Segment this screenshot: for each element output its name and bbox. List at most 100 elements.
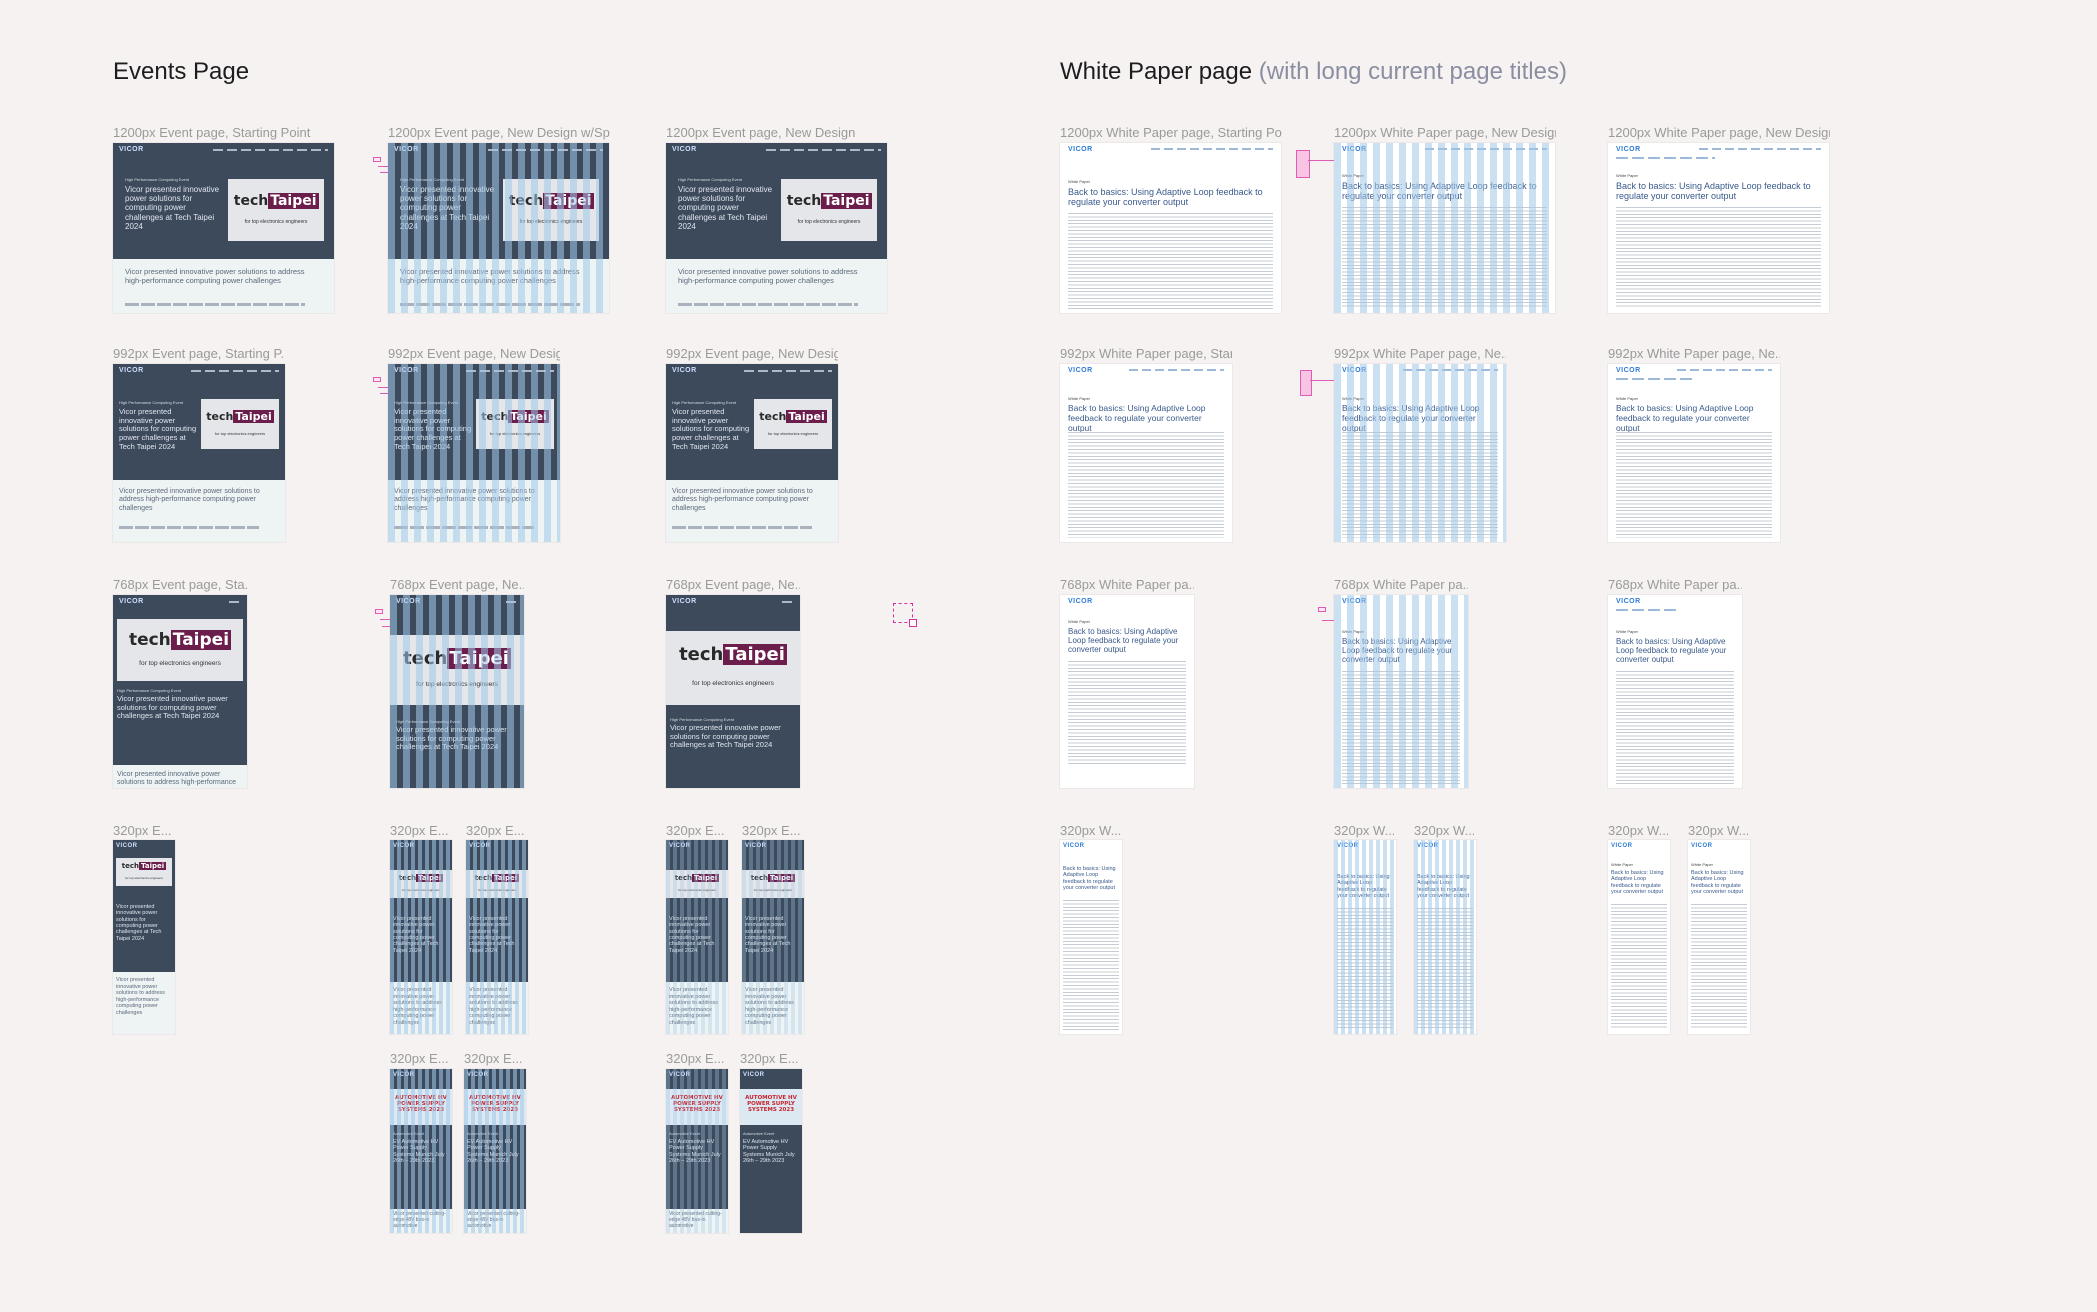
wp-frame-992-specs[interactable]: VICOR White Paper Back to basics: Using …: [1334, 364, 1506, 542]
promo-tagline: for top electronics engineers: [678, 888, 716, 893]
wp-frame-1200-start[interactable]: VICOR White Paper Back to basics: Using …: [1060, 143, 1281, 313]
wp-frame-992-start[interactable]: VICOR White Paper Back to basics: Using …: [1060, 364, 1232, 542]
auto-frame-320-specs-a[interactable]: VICOR AUTOMOTIVE HV POWER SUPPLY SYSTEMS…: [390, 1069, 452, 1233]
promo-tagline: for top electronics engineers: [244, 218, 308, 225]
vicor-logo: VICOR: [467, 1072, 489, 1078]
event-frame-1200-specs[interactable]: VICOR High Performance Computing Event V…: [388, 143, 609, 313]
wp-title: Back to basics: Using Adaptive Loop feed…: [1068, 627, 1179, 655]
frame-label[interactable]: 1200px White Paper page, Starting Point: [1060, 125, 1282, 140]
frame-label[interactable]: 320px W...: [1060, 823, 1120, 838]
frame-label[interactable]: 320px W...: [1608, 823, 1668, 838]
event-frame-768-start[interactable]: VICOR tech Taipei for top electronics eng…: [113, 595, 247, 788]
promo-brand: tech Taipei: [759, 410, 827, 423]
wp-frame-768-new[interactable]: VICOR White Paper Back to basics: Using …: [1608, 595, 1742, 788]
wp-frame-320-specs-a[interactable]: VICOR Back to basics: Using Adaptive Loo…: [1334, 840, 1396, 1034]
frame-label[interactable]: 768px Event page, Ne...: [390, 577, 524, 592]
frame-label[interactable]: 992px White Paper page, Ne...: [1334, 346, 1506, 361]
wp-title: Back to basics: Using Adaptive Loop feed…: [1616, 181, 1811, 202]
promo-brand: tech Taipei: [481, 410, 549, 423]
event-hero: VICOR High Performance Computing Event V…: [666, 143, 887, 259]
event-frame-320-new-a[interactable]: VICOR tech Taipei for top electronics eng…: [666, 840, 728, 1034]
frame-label[interactable]: 768px White Paper pa...: [1334, 577, 1468, 592]
event-frame-320-new-b[interactable]: VICOR tech Taipei for top electronics eng…: [742, 840, 804, 1034]
vicor-logo: VICOR: [1337, 843, 1359, 849]
vicor-logo: VICOR: [1342, 598, 1367, 605]
frame-label[interactable]: 1200px Event page, Starting Point: [113, 125, 333, 140]
event-frame-1200-new[interactable]: VICOR High Performance Computing Event V…: [666, 143, 887, 313]
event-kicker: High Performance Computing Event: [394, 400, 459, 405]
nav-menu: [1425, 148, 1547, 150]
wp-frame-992-new[interactable]: VICOR White Paper Back to basics: Using …: [1608, 364, 1780, 542]
vicor-logo: VICOR: [119, 367, 144, 374]
frame-label[interactable]: 768px Event page, Sta...: [113, 577, 247, 592]
frame-label[interactable]: 320px E...: [742, 823, 802, 838]
frame-label[interactable]: 768px White Paper pa...: [1608, 577, 1742, 592]
frame-label[interactable]: 320px W...: [1334, 823, 1394, 838]
wp-body-text: [1616, 432, 1772, 538]
event-frame-320-specs-a[interactable]: VICOR tech Taipei for top electronics eng…: [390, 840, 452, 1034]
auto-frame-320-specs-b[interactable]: VICOR AUTOMOTIVE HV POWER SUPPLY SYSTEMS…: [464, 1069, 526, 1233]
event-frame-768-specs[interactable]: VICOR tech Taipei for top electronics eng…: [390, 595, 524, 788]
event-body-lead: Vicor presented innovative power solutio…: [119, 488, 260, 512]
frame-label[interactable]: 768px Event page, Ne...: [666, 577, 800, 592]
event-kicker: High Performance Computing Event: [396, 719, 461, 724]
frame-label[interactable]: 992px White Paper page, Ne...: [1608, 346, 1780, 361]
selection-marker[interactable]: [893, 603, 917, 627]
frame-label[interactable]: 320px E...: [464, 1051, 524, 1066]
frame-label[interactable]: 320px E...: [113, 823, 173, 838]
promo-brand: tech Taipei: [508, 192, 594, 209]
event-frame-768-new[interactable]: VICOR tech Taipei for top electronics eng…: [666, 595, 800, 788]
event-body-text: [678, 303, 858, 306]
frame-label[interactable]: 320px E...: [390, 823, 450, 838]
frame-label[interactable]: 320px E...: [466, 823, 526, 838]
resize-handle[interactable]: [909, 619, 917, 627]
wp-frame-320-start[interactable]: VICOR Back to basics: Using Adaptive Loo…: [1060, 840, 1122, 1034]
frame-label[interactable]: 320px E...: [390, 1051, 450, 1066]
event-body-lead: Vicor presented cutting-edge 48V bus-in …: [467, 1211, 520, 1229]
frame-label[interactable]: 1200px White Paper page, New Design: [1608, 125, 1830, 140]
wp-frame-768-specs[interactable]: VICOR White Paper Back to basics: Using …: [1334, 595, 1468, 788]
event-frame-992-specs[interactable]: VICOR High Performance Computing Event V…: [388, 364, 560, 542]
wp-kicker: White Paper: [1342, 173, 1365, 178]
frame-label[interactable]: 1200px White Paper page, New Design ...: [1334, 125, 1556, 140]
wp-frame-320-specs-b[interactable]: VICOR Back to basics: Using Adaptive Loo…: [1414, 840, 1476, 1034]
event-frame-320-start[interactable]: VICOR tech Taipei for top electronics eng…: [113, 840, 175, 1034]
event-body-lead: Vicor presented cutting-edge 48V bus-in …: [669, 1211, 722, 1229]
vicor-logo: VICOR: [119, 598, 144, 605]
wp-frame-320-new-b[interactable]: VICOR White Paper Back to basics: Using …: [1688, 840, 1750, 1034]
promo-tagline: for top electronics engineers: [416, 681, 498, 689]
frame-label[interactable]: 992px White Paper page, Star...: [1060, 346, 1232, 361]
tech-taipei-promo: tech Taipei for top electronics engineers: [466, 870, 528, 898]
wp-frame-768-start[interactable]: VICOR White Paper Back to basics: Using …: [1060, 595, 1194, 788]
event-frame-1200-start[interactable]: VICOR High Performance Computing Event V…: [113, 143, 334, 313]
frame-label[interactable]: 320px W...: [1688, 823, 1748, 838]
frame-label[interactable]: 1200px Event page, New Design: [666, 125, 888, 140]
frame-label[interactable]: 320px W...: [1414, 823, 1474, 838]
promo-tagline: for top electronics engineers: [139, 659, 221, 667]
event-hero-title: Vicor presented innovative power solutio…: [672, 407, 750, 451]
vicor-logo: VICOR: [1068, 598, 1093, 605]
frame-label[interactable]: 320px E...: [666, 1051, 726, 1066]
event-frame-992-new[interactable]: VICOR High Performance Computing Event V…: [666, 364, 838, 542]
event-frame-320-specs-b[interactable]: VICOR tech Taipei for top electronics eng…: [466, 840, 528, 1034]
frame-label[interactable]: 992px Event page, Starting P...: [113, 346, 285, 361]
frame-label[interactable]: 320px E...: [666, 823, 726, 838]
event-frame-992-start[interactable]: VICOR High Performance Computing Event V…: [113, 364, 285, 542]
wp-frame-1200-new[interactable]: VICOR White Paper Back to basics: Using …: [1608, 143, 1829, 313]
promo-tagline: for top electronics engineers: [478, 888, 516, 893]
frame-label[interactable]: 992px Event page, New Design: [666, 346, 838, 361]
promo-tagline: for top electronics engineers: [797, 218, 861, 225]
wp-frame-320-new-a[interactable]: VICOR White Paper Back to basics: Using …: [1608, 840, 1670, 1034]
frame-label[interactable]: 320px E...: [740, 1051, 800, 1066]
wp-kicker: White Paper: [1342, 629, 1365, 634]
nav-menu: [1677, 369, 1772, 371]
vicor-logo: VICOR: [745, 843, 767, 849]
promo-tagline: for top electronics engineers: [754, 888, 792, 893]
vicor-logo: VICOR: [672, 146, 697, 153]
auto-frame-320-new-b[interactable]: VICOR AUTOMOTIVE HV POWER SUPPLY SYSTEMS…: [740, 1069, 802, 1233]
wp-frame-1200-specs[interactable]: VICOR White Paper Back to basics: Using …: [1334, 143, 1555, 313]
frame-label[interactable]: 1200px Event page, New Design w/Spe...: [388, 125, 610, 140]
frame-label[interactable]: 992px Event page, New Desig...: [388, 346, 560, 361]
auto-frame-320-new-a[interactable]: VICOR AUTOMOTIVE HV POWER SUPPLY SYSTEMS…: [666, 1069, 728, 1233]
frame-label[interactable]: 768px White Paper pa...: [1060, 577, 1194, 592]
